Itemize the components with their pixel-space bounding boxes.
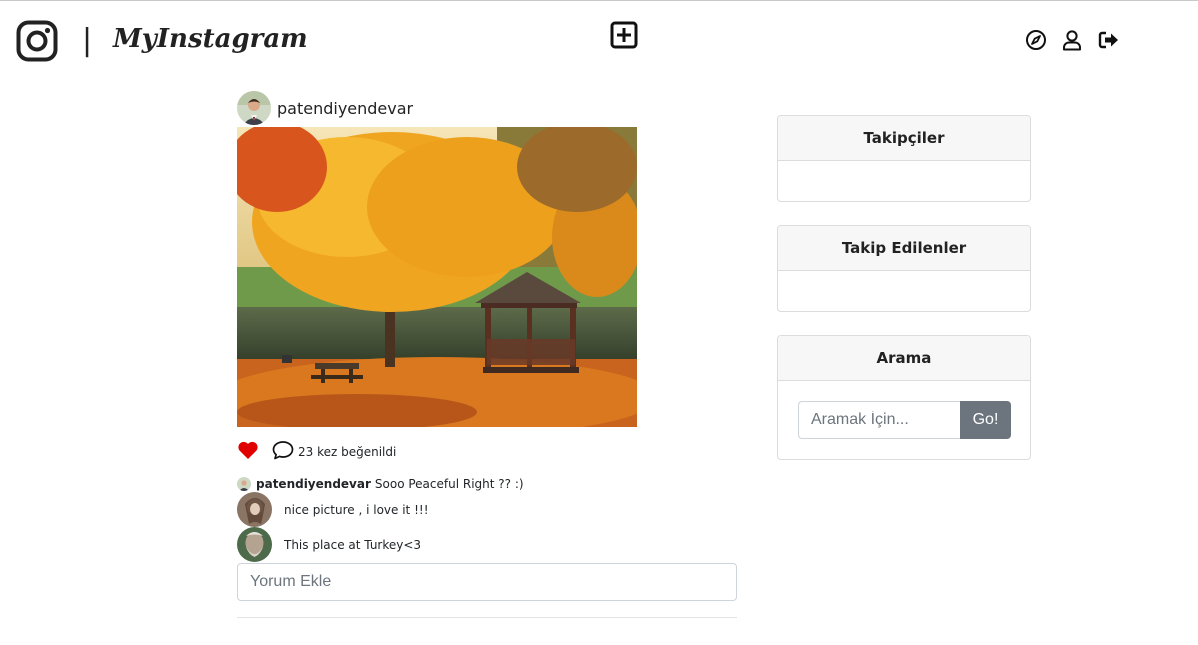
comment-text: This place at Turkey<3 [284,537,422,552]
search-card-title: Arama [778,336,1030,381]
following-card-title: Takip Edilenler [778,226,1030,271]
following-list [778,271,1030,311]
author-avatar[interactable] [237,91,271,125]
search-card: Arama Go! [777,335,1031,460]
followers-card-title: Takipçiler [778,116,1030,161]
brand-name[interactable]: MyInstagram [113,24,308,54]
commenter-avatar[interactable] [237,492,272,527]
top-navbar: | MyInstagram [0,1,1198,81]
plus-square-icon[interactable] [610,21,638,49]
post-actions: 23 kez beğenildi [237,438,737,462]
comment-text: nice picture , i love it !!! [284,502,429,517]
comment-item: nice picture , i love it !!! [237,492,737,527]
post-header: patendiyendevar [237,91,737,125]
post-divider [237,617,737,618]
heart-icon[interactable] [237,440,259,460]
followers-card: Takipçiler [777,115,1031,202]
search-input[interactable] [798,401,961,439]
brand-separator: | [82,23,93,58]
user-icon[interactable] [1061,29,1083,51]
compass-icon[interactable] [1025,29,1047,51]
caption-avatar[interactable] [237,477,251,491]
caption-text: Sooo Peaceful Right ?? :) [374,477,524,491]
post-username[interactable]: patendiyendevar [277,99,413,118]
instagram-logo-icon[interactable] [16,20,58,62]
post-card: patendiyendevar 23 kez beğenildi patendi… [237,91,737,618]
sign-out-icon[interactable] [1097,29,1119,51]
post-caption: patendiyendevar Sooo Peaceful Right ?? :… [237,476,737,492]
comment-icon[interactable] [272,440,294,460]
commenter-avatar[interactable] [237,527,272,562]
caption-username[interactable]: patendiyendevar [256,477,371,491]
like-count: 23 kez beğenildi [298,445,397,459]
post-image [237,127,637,427]
following-card: Takip Edilenler [777,225,1031,312]
search-form: Go! [778,381,1030,459]
comment-item: This place at Turkey<3 [237,527,737,562]
add-comment-input[interactable] [237,563,737,601]
followers-list [778,161,1030,201]
search-button[interactable]: Go! [960,401,1011,439]
